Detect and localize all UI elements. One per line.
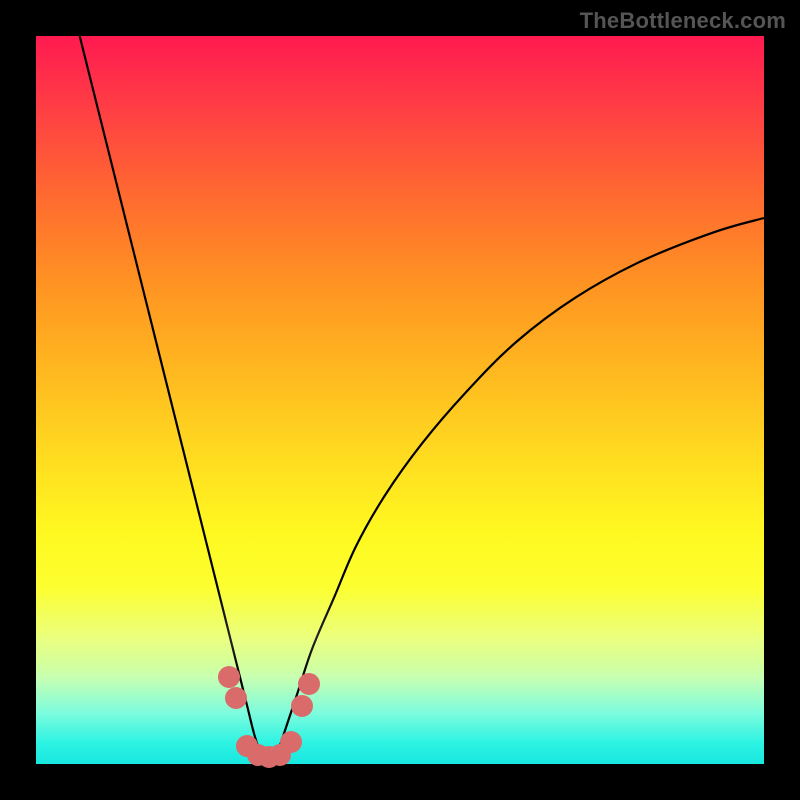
curve-left-curve [80,36,262,757]
data-marker [298,673,320,695]
data-marker [291,695,313,717]
plot-area [36,36,764,764]
data-marker [280,731,302,753]
curve-right-curve [276,218,764,757]
watermark-text: TheBottleneck.com [580,8,786,34]
data-marker [218,666,240,688]
chart-frame: TheBottleneck.com [0,0,800,800]
bottleneck-curve [36,36,764,764]
data-marker [225,687,247,709]
